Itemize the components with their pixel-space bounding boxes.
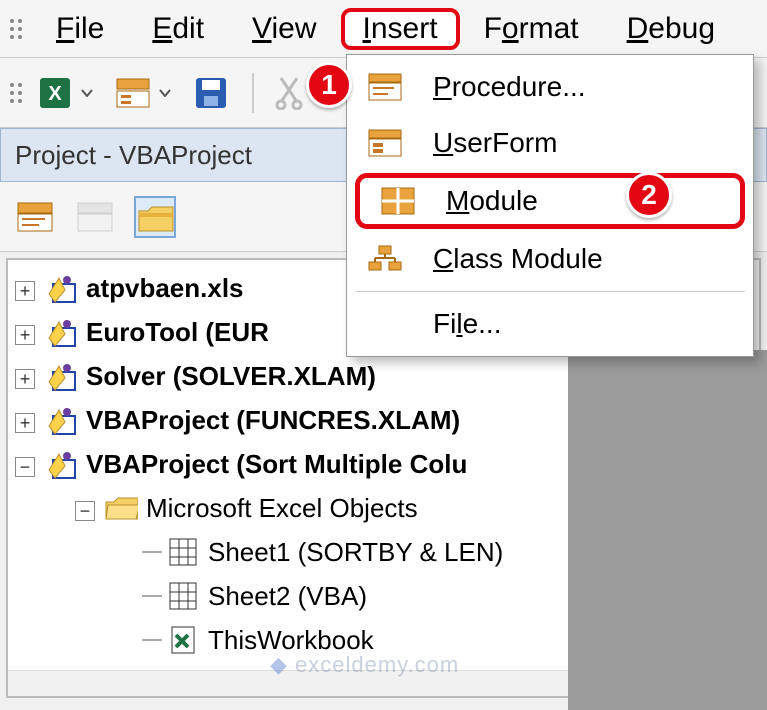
blank-icon — [365, 308, 405, 340]
menu-file[interactable]: File — [32, 8, 128, 50]
tree-connector — [142, 551, 162, 553]
watermark: ◆ exceldemy.com — [270, 652, 459, 678]
menu-edit[interactable]: Edit — [128, 8, 228, 50]
expand-icon[interactable]: + — [15, 413, 35, 433]
expand-icon[interactable]: + — [15, 369, 35, 389]
tree-label: Sheet2 (VBA) — [208, 581, 367, 612]
tree-label: VBAProject (FUNCRES.XLAM) — [86, 405, 460, 436]
grip-icon — [10, 83, 22, 103]
grip-icon — [10, 19, 22, 39]
insert-menu-dropdown: Procedure... UserForm Module Class Modul… — [346, 54, 754, 357]
vba-project-icon — [44, 315, 78, 349]
vba-project-icon — [44, 271, 78, 305]
menu-item-module[interactable]: Module — [355, 173, 745, 229]
form-icon[interactable] — [112, 72, 154, 114]
menu-item-file[interactable]: File... — [347, 296, 753, 352]
tree-label: Solver (SOLVER.XLAM) — [86, 361, 376, 392]
menu-format[interactable]: Format — [460, 8, 603, 50]
callout-badge-1: 1 — [306, 62, 352, 108]
tree-connector — [142, 639, 162, 641]
module-icon — [378, 185, 418, 217]
userform-icon — [365, 127, 405, 159]
callout-badge-2: 2 — [626, 172, 672, 218]
svg-text:X: X — [48, 83, 62, 105]
vba-project-icon — [44, 403, 78, 437]
worksheet-icon — [166, 579, 200, 613]
separator — [252, 73, 254, 113]
folder-open-icon — [104, 491, 138, 525]
class-module-icon — [365, 243, 405, 275]
vba-project-icon — [44, 447, 78, 481]
menu-separator — [355, 291, 745, 292]
tree-label: EuroTool (EUR — [86, 317, 269, 348]
worksheet-icon — [166, 535, 200, 569]
menu-debug[interactable]: Debug — [603, 8, 739, 50]
menu-view[interactable]: View — [228, 8, 340, 50]
tree-label: Microsoft Excel Objects — [146, 493, 418, 524]
menu-insert[interactable]: Insert — [341, 8, 460, 50]
vba-project-icon — [44, 359, 78, 393]
collapse-icon[interactable]: − — [15, 457, 35, 477]
expand-icon[interactable]: + — [15, 281, 35, 301]
dropdown-arrow-icon[interactable] — [158, 89, 172, 97]
cut-icon[interactable] — [270, 72, 312, 114]
tree-connector — [142, 595, 162, 597]
procedure-icon — [365, 71, 405, 103]
dropdown-arrow-icon[interactable] — [80, 89, 94, 97]
menu-item-procedure[interactable]: Procedure... — [347, 59, 753, 115]
menu-item-class-module[interactable]: Class Module — [347, 231, 753, 287]
tree-label: Sheet1 (SORTBY & LEN) — [208, 537, 503, 568]
view-code-icon[interactable] — [14, 196, 56, 238]
tree-label: atpvbaen.xls — [86, 273, 244, 304]
view-object-icon[interactable] — [74, 196, 116, 238]
collapse-icon[interactable]: − — [75, 501, 95, 521]
tree-label: VBAProject (Sort Multiple Colu — [86, 449, 467, 480]
workbook-icon — [166, 623, 200, 657]
expand-icon[interactable]: + — [15, 325, 35, 345]
mdi-background — [568, 350, 767, 710]
menu-bar: File Edit View Insert Format Debug — [0, 0, 767, 58]
save-icon[interactable] — [190, 72, 232, 114]
toggle-folders-icon[interactable] — [134, 196, 176, 238]
menu-item-userform[interactable]: UserForm — [347, 115, 753, 171]
tree-label: ThisWorkbook — [208, 625, 374, 656]
project-panel-title: Project - VBAProject — [15, 140, 252, 171]
excel-icon[interactable]: X — [34, 72, 76, 114]
